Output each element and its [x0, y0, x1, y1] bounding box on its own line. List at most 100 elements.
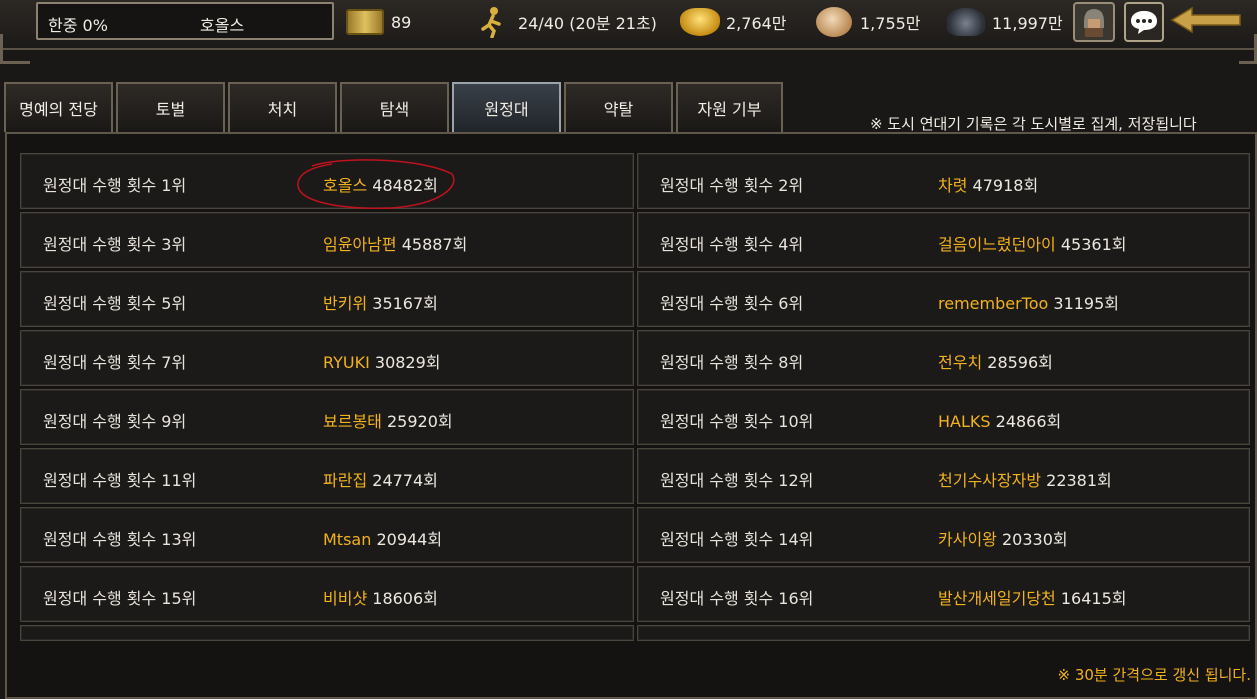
player-name[interactable]: 비비샷 — [323, 589, 367, 608]
food-resource: 1,755만 — [814, 2, 921, 42]
player-name[interactable]: RYUKI — [323, 353, 370, 372]
expedition-count: 22381회 — [1046, 471, 1112, 490]
ranking-cell: 원정대 수행 횟수 2위 차렷 47918회 — [637, 153, 1250, 209]
top-resource-bar: 한중 0% 호올스 89 24/40 (20분 21초) 2,764만 1,75… — [0, 0, 1257, 50]
player-name[interactable]: rememberToo — [938, 294, 1048, 313]
ore-resource: 11,997만 — [946, 2, 1063, 42]
player-entry: 천기수사장자방 22381회 — [938, 467, 1112, 491]
player-name[interactable]: 파란집 — [323, 471, 367, 490]
rank-label: 원정대 수행 횟수 16위 — [660, 589, 814, 608]
player-entry: HALKS 24866회 — [938, 408, 1061, 432]
chat-bubble-icon — [1131, 11, 1157, 34]
rank-label: 원정대 수행 횟수 10위 — [660, 412, 814, 431]
helmet-avatar-icon — [1084, 9, 1104, 37]
player-entry: Mtsan 20944회 — [323, 526, 442, 550]
tab-subjugation[interactable]: 토벌 — [116, 82, 225, 132]
tab-expedition[interactable]: 원정대 — [452, 82, 561, 132]
player-entry: rememberToo 31195회 — [938, 290, 1119, 314]
scroll-icon — [345, 5, 385, 39]
rank-label: 원정대 수행 횟수 15위 — [43, 589, 197, 608]
player-name[interactable]: 카사이왕 — [938, 530, 997, 549]
player-entry: 임윤아남편 45887회 — [323, 231, 467, 255]
ranking-cell: 원정대 수행 횟수 1위 호올스 48482회 — [20, 153, 634, 209]
expedition-count: 35167회 — [372, 294, 438, 313]
expedition-count: 20330회 — [1001, 530, 1068, 549]
player-name[interactable]: 차렷 — [938, 176, 967, 195]
food-value: 1,755만 — [860, 14, 921, 33]
ranking-cell: 원정대 수행 횟수 3위 임윤아남편 45887회 — [20, 212, 634, 268]
player-entry: 호올스 48482회 — [323, 172, 438, 196]
tab-hall-of-fame[interactable]: 명예의 전당 — [4, 82, 113, 132]
rank-label: 원정대 수행 횟수 6위 — [660, 294, 804, 313]
ranking-cell-partial — [637, 625, 1250, 641]
scroll-resource: 89 — [345, 2, 411, 42]
tab-kill[interactable]: 처치 — [228, 82, 337, 132]
gold-resource: 2,764만 — [680, 2, 787, 42]
rank-label: 원정대 수행 횟수 7위 — [43, 353, 187, 372]
player-entry: 발산개세일기당천 16415회 — [938, 585, 1126, 609]
ranking-cell: 원정대 수행 횟수 10위 HALKS 24866회 — [637, 389, 1250, 445]
expedition-count: 24774회 — [372, 471, 438, 490]
expedition-count: 24866회 — [995, 412, 1062, 431]
chat-button[interactable] — [1124, 2, 1164, 42]
chronicle-notice: ※ 도시 연대기 기록은 각 도시별로 집계, 저장됩니다 — [870, 115, 1197, 133]
player-entry: 파란집 24774회 — [323, 467, 438, 491]
player-name[interactable]: 발산개세일기당천 — [938, 589, 1056, 608]
tab-plunder[interactable]: 약탈 — [564, 82, 673, 132]
expedition-count: 48482회 — [372, 176, 438, 195]
frame-corner-right — [1239, 34, 1257, 64]
ore-value: 11,997만 — [992, 14, 1063, 33]
city-info-box[interactable]: 한중 0% 호올스 — [36, 2, 334, 40]
player-name[interactable]: 전우치 — [938, 353, 982, 372]
expedition-count: 30829회 — [374, 353, 441, 372]
ore-icon — [946, 5, 986, 39]
player-name[interactable]: HALKS — [938, 412, 991, 431]
expedition-count: 31195회 — [1053, 294, 1120, 313]
ranking-cell: 원정대 수행 횟수 16위 발산개세일기당천 16415회 — [637, 566, 1250, 622]
ranking-cell: 원정대 수행 횟수 5위 반키위 35167회 — [20, 271, 634, 327]
rank-label: 원정대 수행 횟수 5위 — [43, 294, 187, 313]
ranking-cell-partial — [20, 625, 634, 641]
ranking-cell: 원정대 수행 횟수 4위 걸음이느렸던아이 45361회 — [637, 212, 1250, 268]
runner-icon — [472, 5, 512, 39]
player-entry: RYUKI 30829회 — [323, 349, 441, 373]
player-entry: 반키위 35167회 — [323, 290, 438, 314]
ranking-cell: 원정대 수행 횟수 15위 비비샷 18606회 — [20, 566, 634, 622]
category-tabs: 명예의 전당 토벌 처치 탐색 원정대 약탈 자원 기부 — [4, 82, 786, 132]
rank-label: 원정대 수행 횟수 13위 — [43, 530, 197, 549]
expedition-count: 47918회 — [972, 176, 1039, 195]
player-name[interactable]: 걸음이느렸던아이 — [938, 235, 1056, 254]
expedition-count: 45361회 — [1060, 235, 1127, 254]
player-entry: 전우치 28596회 — [938, 349, 1053, 373]
rank-label: 원정대 수행 횟수 4위 — [660, 235, 804, 254]
tab-resource-donation[interactable]: 자원 기부 — [676, 82, 783, 132]
player-entry: 비비샷 18606회 — [323, 585, 438, 609]
rank-label: 원정대 수행 횟수 12위 — [660, 471, 814, 490]
player-entry: 차렷 47918회 — [938, 172, 1038, 196]
player-entry: 뵤르봉태 25920회 — [323, 408, 453, 432]
back-button[interactable] — [1170, 6, 1242, 34]
ranking-cell: 원정대 수행 횟수 8위 전우치 28596회 — [637, 330, 1250, 386]
ranking-cell: 원정대 수행 횟수 12위 천기수사장자방 22381회 — [637, 448, 1250, 504]
ranking-cell: 원정대 수행 횟수 14위 카사이왕 20330회 — [637, 507, 1250, 563]
profile-avatar-button[interactable] — [1073, 2, 1115, 42]
gold-icon — [680, 5, 720, 39]
expedition-count: 45887회 — [401, 235, 468, 254]
frame-corner-left — [0, 34, 30, 64]
player-name[interactable]: 임윤아남편 — [323, 235, 397, 254]
ranking-cell: 원정대 수행 횟수 11위 파란집 24774회 — [20, 448, 634, 504]
ranking-cell: 원정대 수행 횟수 6위 rememberToo 31195회 — [637, 271, 1250, 327]
player-name[interactable]: 뵤르봉태 — [323, 412, 382, 431]
ranking-cell: 원정대 수행 횟수 7위 RYUKI 30829회 — [20, 330, 634, 386]
rank-label: 원정대 수행 횟수 14위 — [660, 530, 814, 549]
player-name[interactable]: Mtsan — [323, 530, 371, 549]
ranking-cell: 원정대 수행 횟수 13위 Mtsan 20944회 — [20, 507, 634, 563]
rank-label: 원정대 수행 횟수 9위 — [43, 412, 187, 431]
ranking-cell: 원정대 수행 횟수 9위 뵤르봉태 25920회 — [20, 389, 634, 445]
player-name[interactable]: 반키위 — [323, 294, 367, 313]
player-name[interactable]: 천기수사장자방 — [938, 471, 1041, 490]
stamina-value: 24/40 (20분 21초) — [518, 14, 657, 33]
refresh-notice: ※ 30분 간격으로 갱신 됩니다. — [1057, 666, 1252, 684]
tab-explore[interactable]: 탐색 — [340, 82, 449, 132]
player-name[interactable]: 호올스 — [323, 176, 367, 195]
